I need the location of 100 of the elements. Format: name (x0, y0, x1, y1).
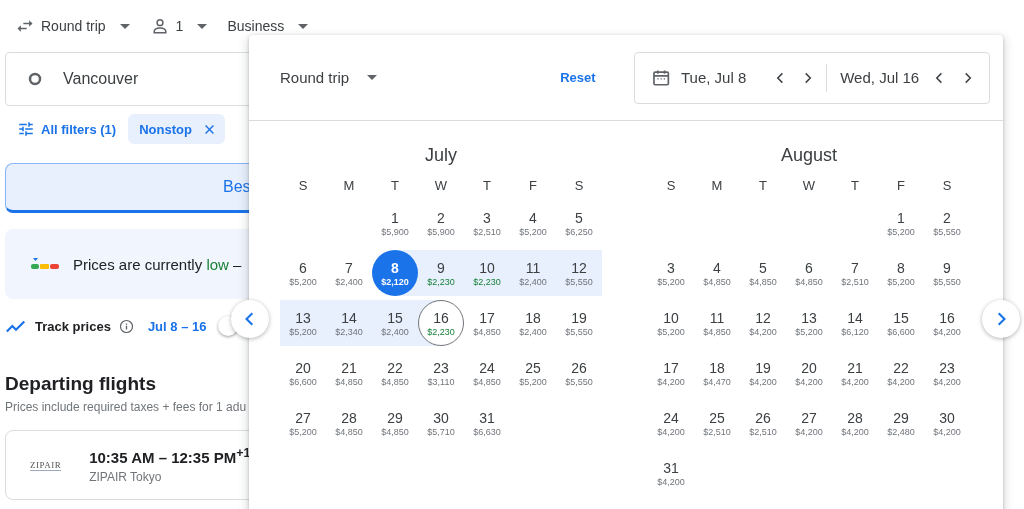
caret-icon (367, 75, 378, 80)
calendar-day[interactable]: 12 $4,200 (740, 300, 786, 346)
calendar-day[interactable]: 30 $5,710 (418, 400, 464, 446)
calendar-day[interactable]: 19 $5,550 (556, 300, 602, 346)
calendar-day[interactable]: 6 $5,200 (280, 250, 326, 296)
calendar-day[interactable]: 10 $2,230 (464, 250, 510, 296)
weekday-label: S (941, 178, 953, 195)
weekday-label: S (573, 178, 585, 195)
weekday-label: W (801, 178, 817, 195)
calendar-day[interactable]: 11 $4,850 (694, 300, 740, 346)
calendar-day[interactable]: 19 $4,200 (740, 350, 786, 396)
calendar-day[interactable]: 12 $5,550 (556, 250, 602, 296)
calendar-day[interactable]: 18 $2,400 (510, 300, 556, 346)
calendar-day[interactable]: 14 $2,340 (326, 300, 372, 346)
calendar-day[interactable]: 5 $6,250 (556, 200, 602, 246)
track-dates: Jul 8 – 16 (147, 318, 207, 334)
cabin-dropdown[interactable]: Business (227, 18, 309, 34)
price-note: Prices include required taxes + fees for 1 adu (5, 400, 248, 414)
weekday-label: F (528, 178, 538, 195)
calendar-day[interactable]: 23 $3,110 (418, 350, 464, 396)
calendar-day[interactable]: 20 $6,600 (280, 350, 326, 396)
calendar-day[interactable]: 22 $4,850 (372, 350, 418, 396)
calendar-day[interactable]: 8 $2,120 (372, 250, 418, 296)
calendar-day[interactable]: 6 $4,850 (786, 250, 832, 296)
calendar-day[interactable]: 29 $4,850 (372, 400, 418, 446)
calendar-day[interactable]: 4 $4,850 (694, 250, 740, 296)
calendar-day[interactable]: 26 $2,510 (740, 400, 786, 446)
calendar-day[interactable]: 23 $4,200 (924, 350, 970, 396)
calendar-day[interactable]: 1 $5,900 (372, 200, 418, 246)
weekday-label: M (710, 178, 724, 195)
calendar-day[interactable]: 4 $5,200 (510, 200, 556, 246)
calendar-day[interactable]: 26 $5,550 (556, 350, 602, 396)
month-title: August (779, 145, 838, 166)
weekday-label: F (896, 178, 906, 195)
passengers-dropdown[interactable]: 1 (149, 16, 208, 36)
calendar-day[interactable]: 16 $4,200 (924, 300, 970, 346)
weekday-label: W (433, 178, 449, 195)
calendar-day[interactable]: 15 $6,600 (878, 300, 924, 346)
calendar-day[interactable]: 28 $4,850 (326, 400, 372, 446)
return-date[interactable]: Wed, Jul 16 (840, 69, 935, 86)
price-insight-text: Prices are currently low – (73, 255, 242, 273)
calendar-day[interactable]: 1 $5,200 (878, 200, 924, 246)
caret-icon (197, 23, 208, 29)
all-filters-button[interactable]: All filters (1) (17, 120, 117, 138)
calendar-day[interactable]: 30 $4,200 (924, 400, 970, 446)
caret-icon (119, 23, 130, 29)
calendar-day[interactable]: 24 $4,850 (464, 350, 510, 396)
calendar-day[interactable]: 9 $2,230 (418, 250, 464, 296)
calendar-day[interactable]: 13 $5,200 (786, 300, 832, 346)
month-title: July (424, 145, 458, 166)
filter-chip[interactable]: Nonstop (128, 114, 225, 144)
airline-logo: ZIPAIR (30, 459, 62, 471)
caret-icon (298, 23, 309, 29)
track-prices-label: Track prices (35, 318, 111, 334)
calendar-day[interactable]: 11 $2,400 (510, 250, 556, 296)
weekday-label: T (758, 178, 768, 195)
calendar-day[interactable]: 17 $4,850 (464, 300, 510, 346)
price-level-icon (31, 257, 59, 271)
weekday-label: T (482, 178, 492, 195)
calendar-day[interactable]: 7 $2,400 (326, 250, 372, 296)
calendar-day[interactable]: 2 $5,550 (924, 200, 970, 246)
calendar-day[interactable]: 29 $2,480 (878, 400, 924, 446)
calendar-day[interactable]: 25 $5,200 (510, 350, 556, 396)
calendar-day[interactable]: 25 $2,510 (694, 400, 740, 446)
calendar-day[interactable]: 5 $4,850 (740, 250, 786, 296)
info-icon[interactable] (118, 318, 134, 334)
calendar-day[interactable]: 9 $5,550 (924, 250, 970, 296)
calendar-day[interactable]: 14 $6,120 (832, 300, 878, 346)
flight-times: 10:35 AM – 12:35 PM$^{+1}$ (89, 446, 251, 466)
calendar-day[interactable]: 17 $4,200 (648, 350, 694, 396)
sliders-icon (17, 120, 35, 138)
calendar-day[interactable]: 20 $4,200 (786, 350, 832, 396)
calendar-day[interactable]: 27 $4,200 (786, 400, 832, 446)
weekday-label: S (665, 178, 677, 195)
calendar-day[interactable]: 3 $2,510 (464, 200, 510, 246)
calendar-day[interactable]: 8 $5,200 (878, 250, 924, 296)
calendar-day[interactable]: 31 $6,630 (464, 400, 510, 446)
calendar-day[interactable]: 3 $5,200 (648, 250, 694, 296)
calendar-day[interactable]: 28 $4,200 (832, 400, 878, 446)
close-icon (203, 123, 215, 135)
calendar-day[interactable]: 10 $5,200 (648, 300, 694, 346)
calendar-day[interactable]: 18 $4,470 (694, 350, 740, 396)
weekday-label: M (342, 178, 356, 195)
weekday-label: T (850, 178, 860, 195)
trip-type-dropdown[interactable]: Round trip (15, 16, 130, 36)
calendar-day[interactable]: 24 $4,200 (648, 400, 694, 446)
circle-icon (28, 72, 42, 86)
calendar-day[interactable]: 21 $4,200 (832, 350, 878, 396)
calendar-day[interactable]: 2 $5,900 (418, 200, 464, 246)
calendar-day[interactable]: 13 $5,200 (280, 300, 326, 346)
calendar-day[interactable]: 7 $2,510 (832, 250, 878, 296)
departure-date[interactable]: Tue, Jul 8 (680, 69, 776, 86)
calendar-day[interactable]: 22 $4,200 (878, 350, 924, 396)
calendar-day[interactable]: 31 $4,200 (648, 450, 694, 496)
airline-name: ZIPAIR Tokyo (89, 470, 163, 484)
weekday-label: T (390, 178, 400, 195)
calendar-day[interactable]: 15 $2,400 (372, 300, 418, 346)
calendar-day[interactable]: 16 $2,230 (418, 300, 464, 346)
calendar-day[interactable]: 21 $4,850 (326, 350, 372, 396)
reset-button[interactable]: Reset (560, 70, 596, 85)
